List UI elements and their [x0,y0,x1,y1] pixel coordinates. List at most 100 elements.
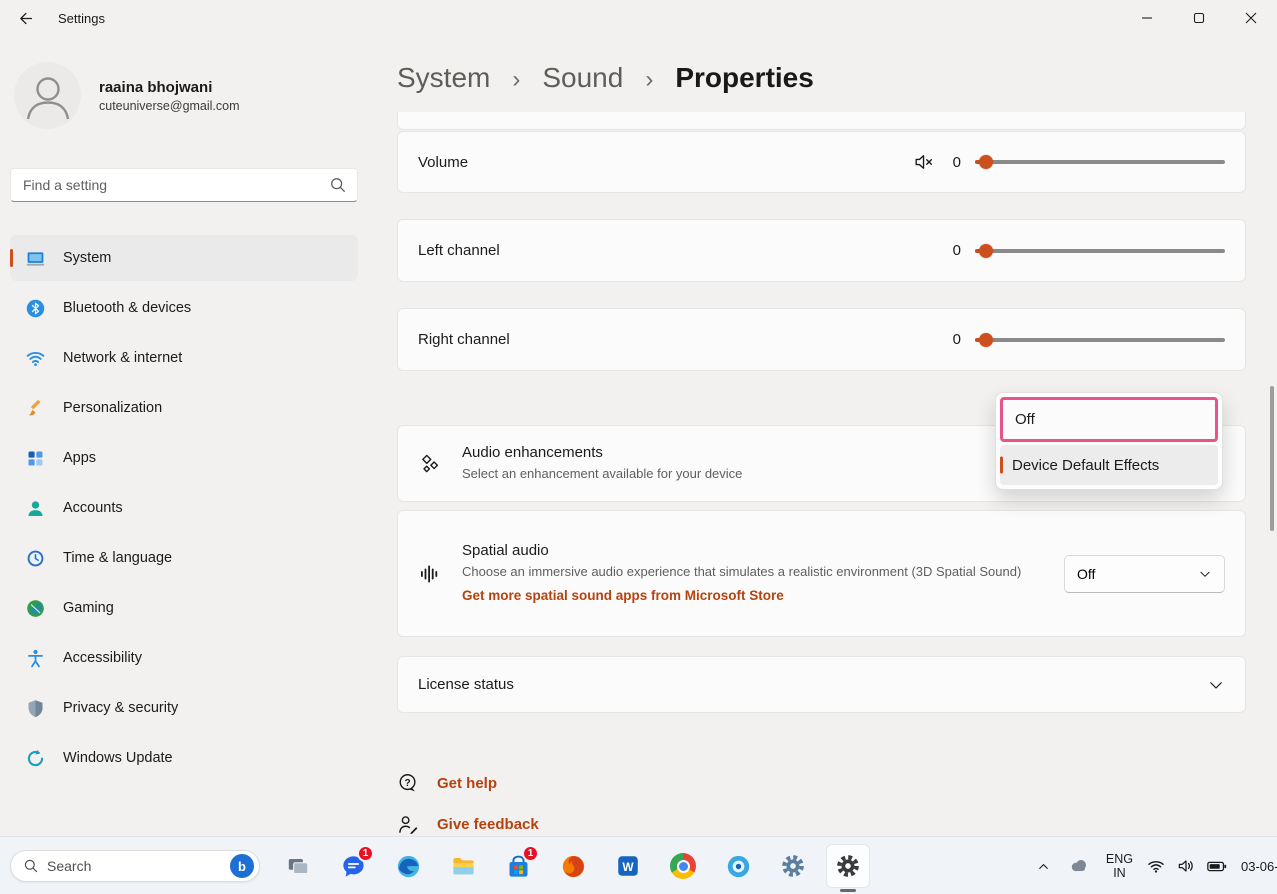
svg-text:?: ? [404,778,410,789]
chevron-down-icon[interactable] [1207,676,1225,694]
person-icon [15,63,81,129]
maximize-button[interactable] [1173,0,1225,36]
settings-search[interactable] [10,168,358,202]
taskbar-app-word[interactable]: W [606,844,650,888]
notification-badge: 1 [357,845,374,862]
license-status-card[interactable]: License status [397,656,1246,713]
taskbar-app-chrome[interactable] [661,844,705,888]
sidebar-item-windows-update[interactable]: Windows Update [10,735,358,781]
windows-update-icon [25,748,46,769]
sidebar-item-time-language[interactable]: Time & language [10,535,358,581]
user-email: cuteuniverse@gmail.com [99,99,240,113]
taskbar-apps: 1 1 W [276,844,870,888]
user-name: raaina bhojwani [99,79,240,96]
volume-slider[interactable] [975,152,1225,172]
minimize-button[interactable] [1121,0,1173,36]
dropdown-option-off[interactable]: Off [1000,397,1218,442]
battery-status-button[interactable] [1201,846,1233,886]
slider-track [975,338,1225,342]
firefox-icon [560,853,587,880]
language-region: IN [1106,866,1133,880]
taskbar-app-chat[interactable]: 1 [331,844,375,888]
sidebar-item-apps[interactable]: Apps [10,435,358,481]
get-help-icon: ? [397,772,420,795]
taskbar-app-file-explorer[interactable] [441,844,485,888]
running-indicator [840,889,856,892]
avatar [14,62,81,129]
taskbar-app-task-view[interactable] [276,844,320,888]
breadcrumb-sound[interactable]: Sound [542,62,623,94]
taskbar-search-input[interactable] [47,858,222,874]
dropdown-option-device-default-effects[interactable]: Device Default Effects [1000,445,1218,485]
bing-icon[interactable]: b [230,854,254,878]
tray-overflow-button[interactable] [1028,846,1060,886]
spatial-audio-store-link[interactable]: Get more spatial sound apps from Microso… [462,588,784,603]
left-channel-slider[interactable] [975,241,1225,261]
taskbar-app-firefox[interactable] [551,844,595,888]
sidebar-item-network-internet[interactable]: Network & internet [10,335,358,381]
breadcrumb-separator: › [512,66,520,94]
right-channel-label: Right channel [418,331,510,348]
user-profile[interactable]: raaina bhojwani cuteuniverse@gmail.com [14,62,240,129]
sidebar-item-privacy-security[interactable]: Privacy & security [10,685,358,731]
sidebar-item-label: Personalization [63,400,162,416]
spatial-audio-icon [418,562,444,586]
network-icon [25,348,46,369]
taskbar-app-settings[interactable] [826,844,870,888]
sidebar-item-personalization[interactable]: Personalization [10,385,358,431]
mute-button[interactable] [913,151,935,173]
sidebar-item-label: Gaming [63,600,114,616]
give-feedback-link[interactable]: Give feedback [397,813,539,836]
settings-search-input[interactable] [23,177,329,193]
chrome-icon [670,853,696,879]
sidebar-item-system[interactable]: System [10,235,358,281]
taskbar-app-edge[interactable] [386,844,430,888]
left-channel-slider-thumb[interactable] [979,244,993,258]
language-switcher[interactable]: ENG IN [1098,846,1141,886]
chevron-down-icon [1198,567,1212,581]
sidebar-item-label: Privacy & security [63,700,178,716]
taskbar-search[interactable]: b [10,850,260,882]
taskbar: b 1 1 W [0,836,1277,894]
system-tray: ENG IN 03-06- [1028,837,1277,894]
dropdown-option-label: Off [1015,411,1035,428]
scrollbar[interactable] [1270,386,1274,531]
left-channel-card: Left channel 0 [397,219,1246,282]
back-button[interactable] [6,4,44,32]
breadcrumb-system[interactable]: System [397,62,490,94]
taskbar-app-system-tools[interactable] [771,844,815,888]
audio-enhancements-dropdown-menu: Off Device Default Effects [995,392,1223,490]
wifi-status-button[interactable] [1141,846,1171,886]
weather-widget-button[interactable] [1060,846,1098,886]
taskbar-app-photos[interactable] [716,844,760,888]
sidebar-item-bluetooth-devices[interactable]: Bluetooth & devices [10,285,358,331]
personalization-icon [25,398,46,419]
speaker-icon [1176,856,1196,876]
spatial-audio-dropdown[interactable]: Off [1064,555,1225,593]
give-feedback-icon [397,813,420,836]
audio-enhancements-icon [418,452,444,476]
system-icon [25,248,46,269]
volume-value: 0 [949,154,961,171]
volume-status-button[interactable] [1171,846,1201,886]
get-help-link[interactable]: ? Get help [397,772,497,795]
sidebar-item-label: Apps [63,450,96,466]
volume-card: Volume 0 [397,131,1246,193]
sidebar: raaina bhojwani cuteuniverse@gmail.com S… [0,36,380,836]
clock-date[interactable]: 03-06- [1233,859,1277,874]
volume-slider-thumb[interactable] [979,155,993,169]
left-channel-label: Left channel [418,242,500,259]
right-channel-slider-thumb[interactable] [979,333,993,347]
spatial-audio-card: Spatial audio Choose an immersive audio … [397,510,1246,637]
sidebar-item-label: Accounts [63,500,123,516]
photos-icon [725,853,752,880]
sidebar-item-accessibility[interactable]: Accessibility [10,635,358,681]
dropdown-option-label: Device Default Effects [1012,457,1159,474]
sidebar-item-gaming[interactable]: Gaming [10,585,358,631]
right-channel-slider[interactable] [975,330,1225,350]
cloud-icon [1067,854,1091,878]
close-button[interactable] [1225,0,1277,36]
sidebar-item-accounts[interactable]: Accounts [10,485,358,531]
audio-enhancements-description: Select an enhancement available for your… [462,465,742,484]
taskbar-app-store[interactable]: 1 [496,844,540,888]
